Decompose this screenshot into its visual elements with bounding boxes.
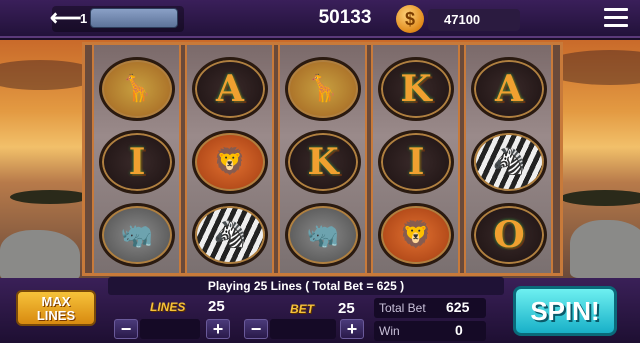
menu-icon[interactable] bbox=[604, 8, 628, 28]
back-label: 1 bbox=[80, 11, 88, 26]
reel-2: A 🦁 🦓 bbox=[185, 45, 274, 273]
zebra-symbol-icon: 🦓 bbox=[192, 203, 268, 267]
lines-field bbox=[140, 319, 200, 339]
lines-minus-button[interactable]: − bbox=[114, 319, 138, 339]
max-lines-label-1: MAX bbox=[41, 294, 71, 309]
letter-i-symbol: I bbox=[99, 130, 175, 194]
letter-a-symbol: A bbox=[471, 57, 547, 121]
bet-minus-button[interactable]: − bbox=[244, 319, 268, 339]
total-bet-label: Total Bet bbox=[379, 301, 426, 315]
bet-plus-button[interactable]: + bbox=[340, 319, 364, 339]
coin-icon[interactable]: $ bbox=[396, 5, 424, 33]
lines-plus-button[interactable]: + bbox=[206, 319, 230, 339]
rhino-symbol-icon: 🦏 bbox=[99, 203, 175, 267]
player-name-bar bbox=[90, 8, 178, 28]
coins-value: 47100 bbox=[428, 9, 520, 31]
bet-field bbox=[270, 319, 336, 339]
total-bet-value: 625 bbox=[446, 299, 470, 315]
letter-o-symbol: O bbox=[471, 203, 547, 267]
letter-k-symbol: K bbox=[378, 57, 454, 121]
lion-symbol-icon: 🦁 bbox=[378, 203, 454, 267]
lines-label: LINES bbox=[150, 300, 186, 314]
giraffe-symbol-icon: 🦒 bbox=[99, 57, 175, 121]
max-lines-label-2: LINES bbox=[36, 308, 76, 323]
balance-value: 50133 bbox=[318, 7, 372, 28]
bet-label: BET bbox=[290, 302, 314, 316]
win-label: Win bbox=[379, 324, 400, 338]
lines-value: 25 bbox=[208, 298, 225, 315]
zebra-symbol-icon: 🦓 bbox=[471, 130, 547, 194]
giraffe-symbol-icon: 🦒 bbox=[285, 57, 361, 121]
playing-lines-info: Playing 25 Lines ( Total Bet = 625 ) bbox=[108, 277, 504, 295]
letter-a-symbol: A bbox=[192, 57, 268, 121]
letter-i-symbol: I bbox=[378, 130, 454, 194]
spin-button[interactable]: SPIN! bbox=[513, 286, 617, 336]
reel-1: 🦒 I 🦏 bbox=[92, 45, 181, 273]
reel-5: A 🦓 O bbox=[464, 45, 553, 273]
reel-4: K I 🦁 bbox=[371, 45, 460, 273]
bet-value: 25 bbox=[338, 300, 355, 317]
reels-grid: 🦒 I 🦏 A 🦁 🦓 🦒 K 🦏 K I 🦁 A 🦓 O bbox=[82, 42, 563, 276]
rhino-symbol-icon: 🦏 bbox=[285, 203, 361, 267]
max-lines-button[interactable]: MAX LINES bbox=[16, 290, 96, 326]
lion-symbol-icon: 🦁 bbox=[192, 130, 268, 194]
win-value: 0 bbox=[455, 322, 463, 338]
top-bar: ⟵ 1 50133 $ 47100 bbox=[0, 0, 640, 38]
letter-k-symbol: K bbox=[285, 130, 361, 194]
reel-3: 🦒 K 🦏 bbox=[278, 45, 367, 273]
